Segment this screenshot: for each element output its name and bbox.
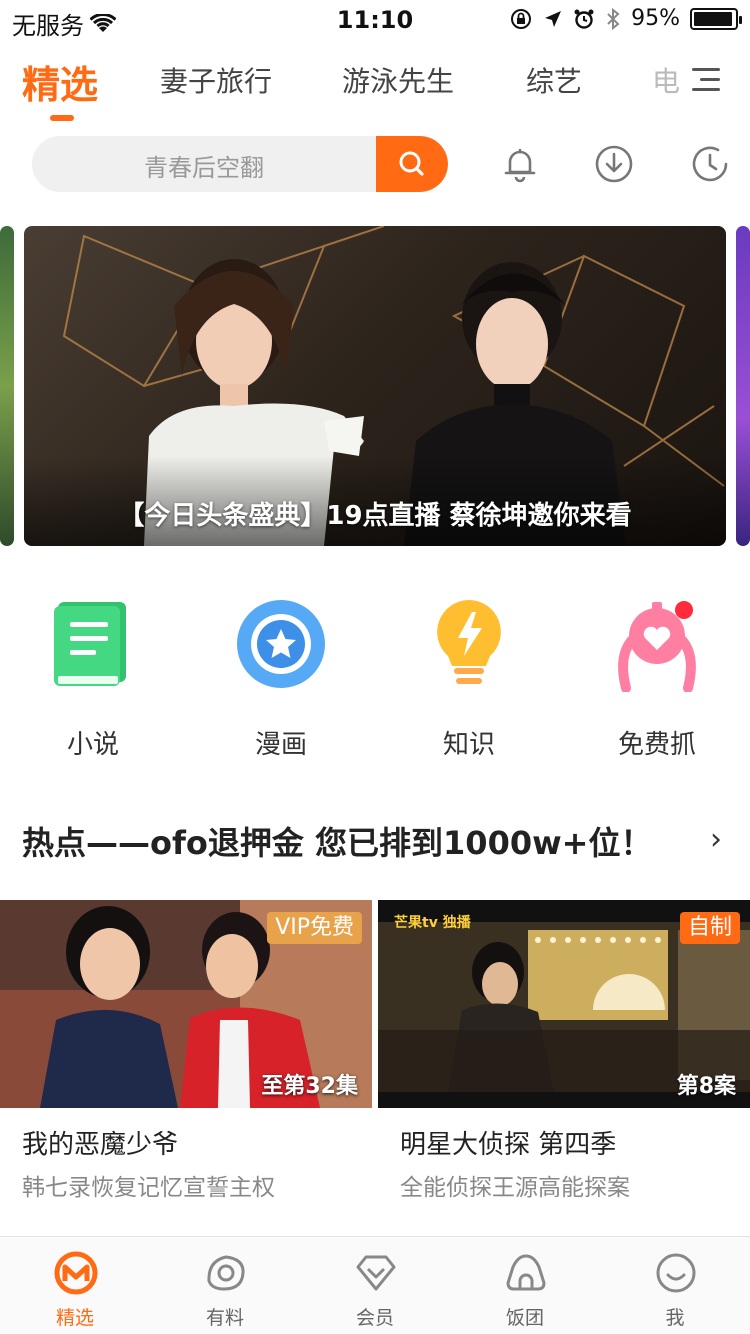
- banner-next-peek[interactable]: [736, 226, 750, 546]
- video-card[interactable]: 芒果tv 独播 自制 第8案 明星大侦探 第四季 全能侦探王源高能探案: [378, 900, 750, 1220]
- bell-icon[interactable]: [500, 144, 540, 184]
- channel-menu-icon[interactable]: [692, 68, 720, 92]
- nav-trending-label: 有料: [205, 1307, 244, 1329]
- battery-fill: [694, 11, 732, 26]
- active-tab-indicator: [50, 115, 74, 121]
- entry-comic[interactable]: 漫画: [216, 596, 346, 766]
- episode-label: 第8案: [676, 1074, 736, 1099]
- nav-me-label: 我: [665, 1307, 685, 1329]
- nav-featured-label: 精选: [55, 1307, 94, 1329]
- bottom-nav: 精选 有料 会员 饭团 我: [0, 1236, 750, 1334]
- nav-fans-label: 饭团: [505, 1307, 544, 1329]
- entry-claw[interactable]: 免费抓: [592, 596, 722, 766]
- banner-caption: 【今日头条盛典】19点直播 蔡徐坤邀你来看: [118, 501, 632, 531]
- video-thumbnail: VIP免费 至第32集: [0, 900, 372, 1108]
- lightbulb-icon: [437, 600, 501, 684]
- tab-variety[interactable]: 综艺: [526, 60, 582, 100]
- channel-tabs: 精选 妻子旅行 游泳先生 综艺 电: [0, 52, 750, 121]
- battery-percent: 95%: [631, 6, 680, 31]
- search-input[interactable]: 青春后空翻: [32, 148, 376, 183]
- tab-swimming[interactable]: 游泳先生: [342, 60, 454, 100]
- video-card[interactable]: VIP免费 至第32集 我的恶魔少爷 韩七录恢复记忆宣誓主权: [0, 900, 372, 1220]
- hot-headline[interactable]: 热点——ofo退押金 您已排到1000w+位！ ›: [22, 818, 722, 862]
- search-icon: [399, 151, 424, 176]
- video-title: 我的恶魔少爷: [22, 1130, 179, 1160]
- banner-slide[interactable]: 【今日头条盛典】19点直播 蔡徐坤邀你来看: [24, 226, 726, 546]
- entry-claw-label: 免费抓: [617, 730, 696, 760]
- vip-free-badge: VIP免费: [267, 912, 362, 944]
- hot-headline-text: 热点——ofo退押金 您已排到1000w+位！: [22, 824, 653, 862]
- nav-me[interactable]: 我: [600, 1237, 750, 1334]
- video-subtitle: 韩七录恢复记忆宣誓主权: [22, 1175, 275, 1201]
- status-bar: 无服务 11:10 95%: [0, 0, 750, 40]
- chevron-right-icon: ›: [710, 822, 722, 857]
- search-bar[interactable]: 青春后空翻: [32, 136, 448, 192]
- episode-label: 至第32集: [261, 1074, 358, 1099]
- smile-face-icon: [656, 1253, 696, 1293]
- video-subtitle: 全能侦探王源高能探案: [400, 1175, 630, 1201]
- video-title: 明星大侦探 第四季: [400, 1130, 617, 1160]
- battery-icon: [690, 7, 742, 30]
- location-icon: [545, 10, 562, 27]
- mango-tv-logo: 芒果tv 独播: [394, 915, 471, 931]
- nav-featured[interactable]: 精选: [0, 1237, 150, 1334]
- banner-prev-peek[interactable]: [0, 226, 14, 546]
- nav-vip[interactable]: 会员: [300, 1237, 450, 1334]
- entry-comic-label: 漫画: [254, 730, 307, 760]
- history-icon[interactable]: [690, 144, 730, 184]
- tab-wife-travel[interactable]: 妻子旅行: [160, 60, 272, 100]
- tab-truncated[interactable]: 电: [652, 60, 680, 100]
- video-thumbnail: 芒果tv 独播 自制 第8案: [378, 900, 750, 1108]
- nav-vip-label: 会员: [355, 1307, 394, 1329]
- rice-ball-icon: [506, 1254, 546, 1291]
- claw-machine-icon: [618, 601, 696, 692]
- entry-novel[interactable]: 小说: [28, 596, 158, 766]
- entry-knowledge-label: 知识: [442, 730, 495, 760]
- entry-novel-label: 小说: [66, 730, 119, 760]
- nav-trending[interactable]: 有料: [150, 1237, 300, 1334]
- status-right: 95%: [509, 6, 742, 31]
- diamond-icon: [356, 1255, 396, 1291]
- rotation-lock-icon: [511, 8, 532, 29]
- original-badge: 自制: [679, 912, 740, 944]
- mango-logo-icon: [54, 1251, 98, 1295]
- star-badge-icon: [237, 600, 325, 688]
- eye-icon: [207, 1255, 245, 1291]
- nav-fans[interactable]: 饭团: [450, 1237, 600, 1334]
- search-button[interactable]: [376, 136, 448, 192]
- book-icon: [54, 602, 126, 686]
- bluetooth-icon: [607, 7, 620, 30]
- alarm-icon: [574, 9, 594, 29]
- download-icon[interactable]: [594, 144, 634, 184]
- tab-featured[interactable]: 精选: [22, 54, 98, 109]
- entry-knowledge[interactable]: 知识: [404, 596, 534, 766]
